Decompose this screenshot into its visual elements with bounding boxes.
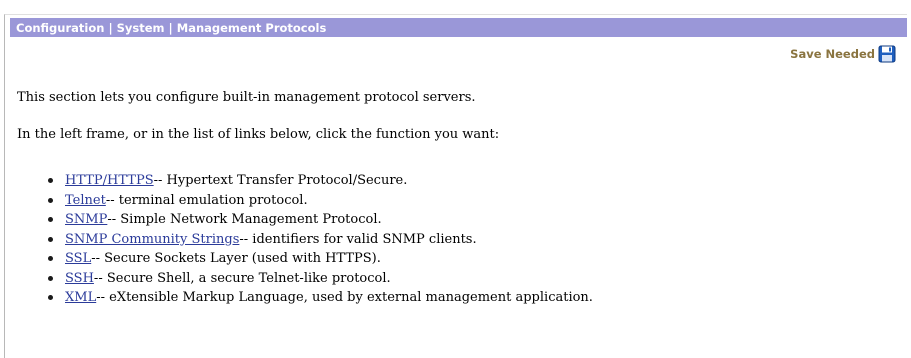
breadcrumb-management-protocols: Management Protocols (176, 20, 327, 35)
link-description: -- Simple Network Management Protocol. (107, 212, 382, 228)
bullet-icon (48, 217, 53, 223)
function-link-list: HTTP/HTTPS -- Hypertext Transfer Protoco… (48, 171, 593, 308)
list-item: SSH -- Secure Shell, a secure Telnet-lik… (48, 269, 593, 289)
bullet-icon (48, 295, 53, 301)
bullet-icon (48, 178, 53, 184)
breadcrumb-configuration: Configuration (16, 20, 105, 35)
instruction-text: In the left frame, or in the list of lin… (17, 127, 500, 142)
intro-text: This section lets you configure built-in… (17, 90, 476, 105)
link-description: -- eXtensible Markup Language, used by e… (96, 290, 593, 306)
link-description: -- Hypertext Transfer Protocol/Secure. (153, 173, 408, 189)
telnet-link[interactable]: Telnet (65, 193, 106, 208)
save-needed-button[interactable]: Save Needed (790, 45, 896, 63)
bullet-icon (48, 275, 53, 281)
floppy-disk-icon[interactable] (878, 45, 896, 63)
list-item: Telnet -- terminal emulation protocol. (48, 191, 593, 211)
snmp-link[interactable]: SNMP (65, 212, 107, 227)
snmp-community-strings-link[interactable]: SNMP Community Strings (65, 232, 239, 247)
list-item: XML -- eXtensible Markup Language, used … (48, 288, 593, 308)
list-item: SSL -- Secure Sockets Layer (used with H… (48, 249, 593, 269)
breadcrumb-separator: | (168, 20, 173, 35)
list-item: SNMP -- Simple Network Management Protoc… (48, 210, 593, 230)
breadcrumb: Configuration | System | Management Protocol… (16, 21, 326, 35)
link-description: -- Secure Shell, a secure Telnet-like pr… (93, 270, 391, 286)
list-item: SNMP Community Strings -- identifiers fo… (48, 230, 593, 250)
bullet-icon (48, 236, 53, 242)
save-needed-label[interactable]: Save Needed (790, 47, 875, 61)
bullet-icon (48, 197, 53, 203)
list-item: HTTP/HTTPS -- Hypertext Transfer Protoco… (48, 171, 593, 191)
breadcrumb-separator: | (108, 20, 113, 35)
ssh-link[interactable]: SSH (65, 271, 94, 286)
link-description: -- Secure Sockets Layer (used with HTTPS… (91, 251, 381, 267)
http-https-link[interactable]: HTTP/HTTPS (65, 173, 154, 188)
bullet-icon (48, 256, 53, 262)
title-bar: Configuration | System | Management Protocol… (10, 18, 907, 37)
breadcrumb-system: System (116, 20, 165, 35)
link-description: -- identifiers for valid SNMP clients. (239, 231, 477, 247)
ssl-link[interactable]: SSL (65, 251, 91, 266)
link-description: -- terminal emulation protocol. (105, 192, 308, 208)
xml-link[interactable]: XML (65, 290, 96, 305)
